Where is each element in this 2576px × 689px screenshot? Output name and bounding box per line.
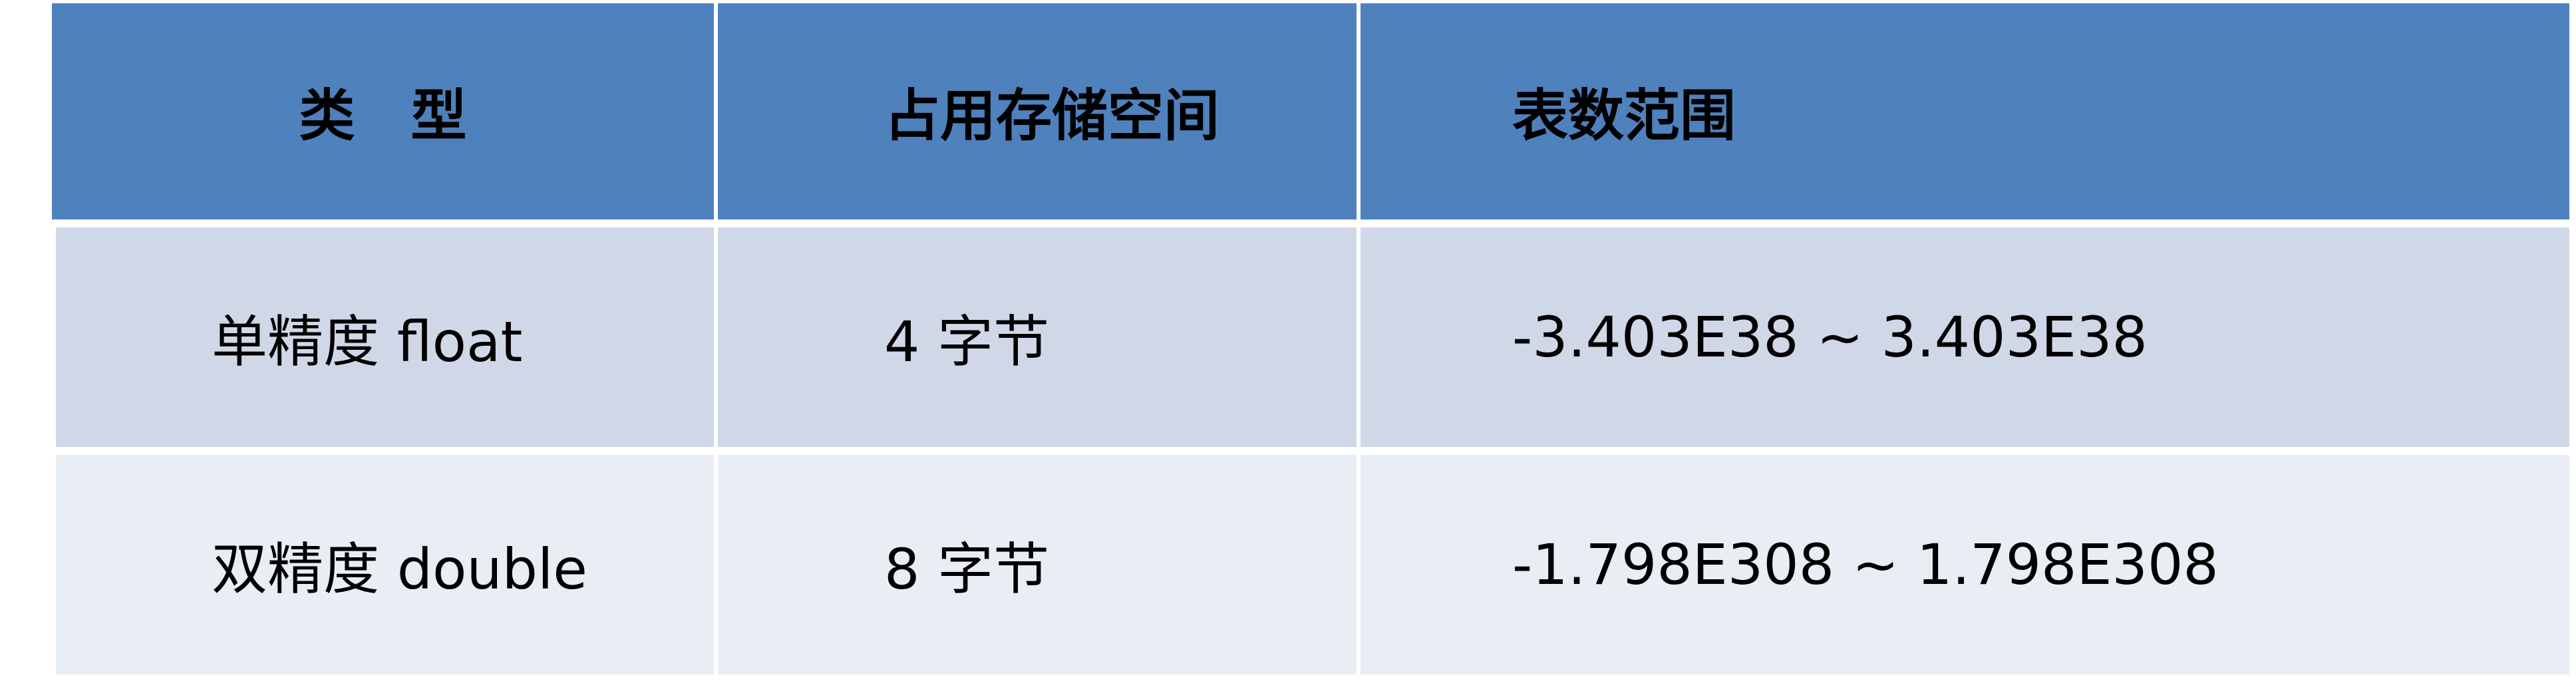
header-cell-storage: 占用存储空间 xyxy=(714,3,1357,219)
row-double-storage: 8 字节 xyxy=(884,536,1050,602)
row-float-storage: 4 字节 xyxy=(884,309,1050,374)
header-cell-type: 类 型 xyxy=(52,3,714,219)
header-type-label: 类 型 xyxy=(299,83,467,148)
row-float-type-cell: 单精度 float xyxy=(52,227,714,447)
float-types-table: 类 型 占用存储空间 表数范围 单精度 float 4 字节 -3.403E38… xyxy=(52,3,2569,674)
header-cell-range: 表数范围 xyxy=(1357,3,2569,219)
row-double-type-cell: 双精度 double xyxy=(52,455,714,674)
header-storage-label: 占用存储空间 xyxy=(884,83,1220,148)
row-double-storage-cell: 8 字节 xyxy=(714,455,1357,674)
row-double-range: -1.798E308 ~ 1.798E308 xyxy=(1512,532,2219,597)
header-range-label: 表数范围 xyxy=(1512,83,1736,148)
row-float-storage-cell: 4 字节 xyxy=(714,227,1357,447)
row-float-type: 单精度 float xyxy=(212,309,523,374)
row-double-type: 双精度 double xyxy=(212,536,587,602)
row-float-range: -3.403E38 ~ 3.403E38 xyxy=(1512,305,2148,370)
row-float-range-cell: -3.403E38 ~ 3.403E38 xyxy=(1357,227,2569,447)
row-double-range-cell: -1.798E308 ~ 1.798E308 xyxy=(1357,455,2569,674)
